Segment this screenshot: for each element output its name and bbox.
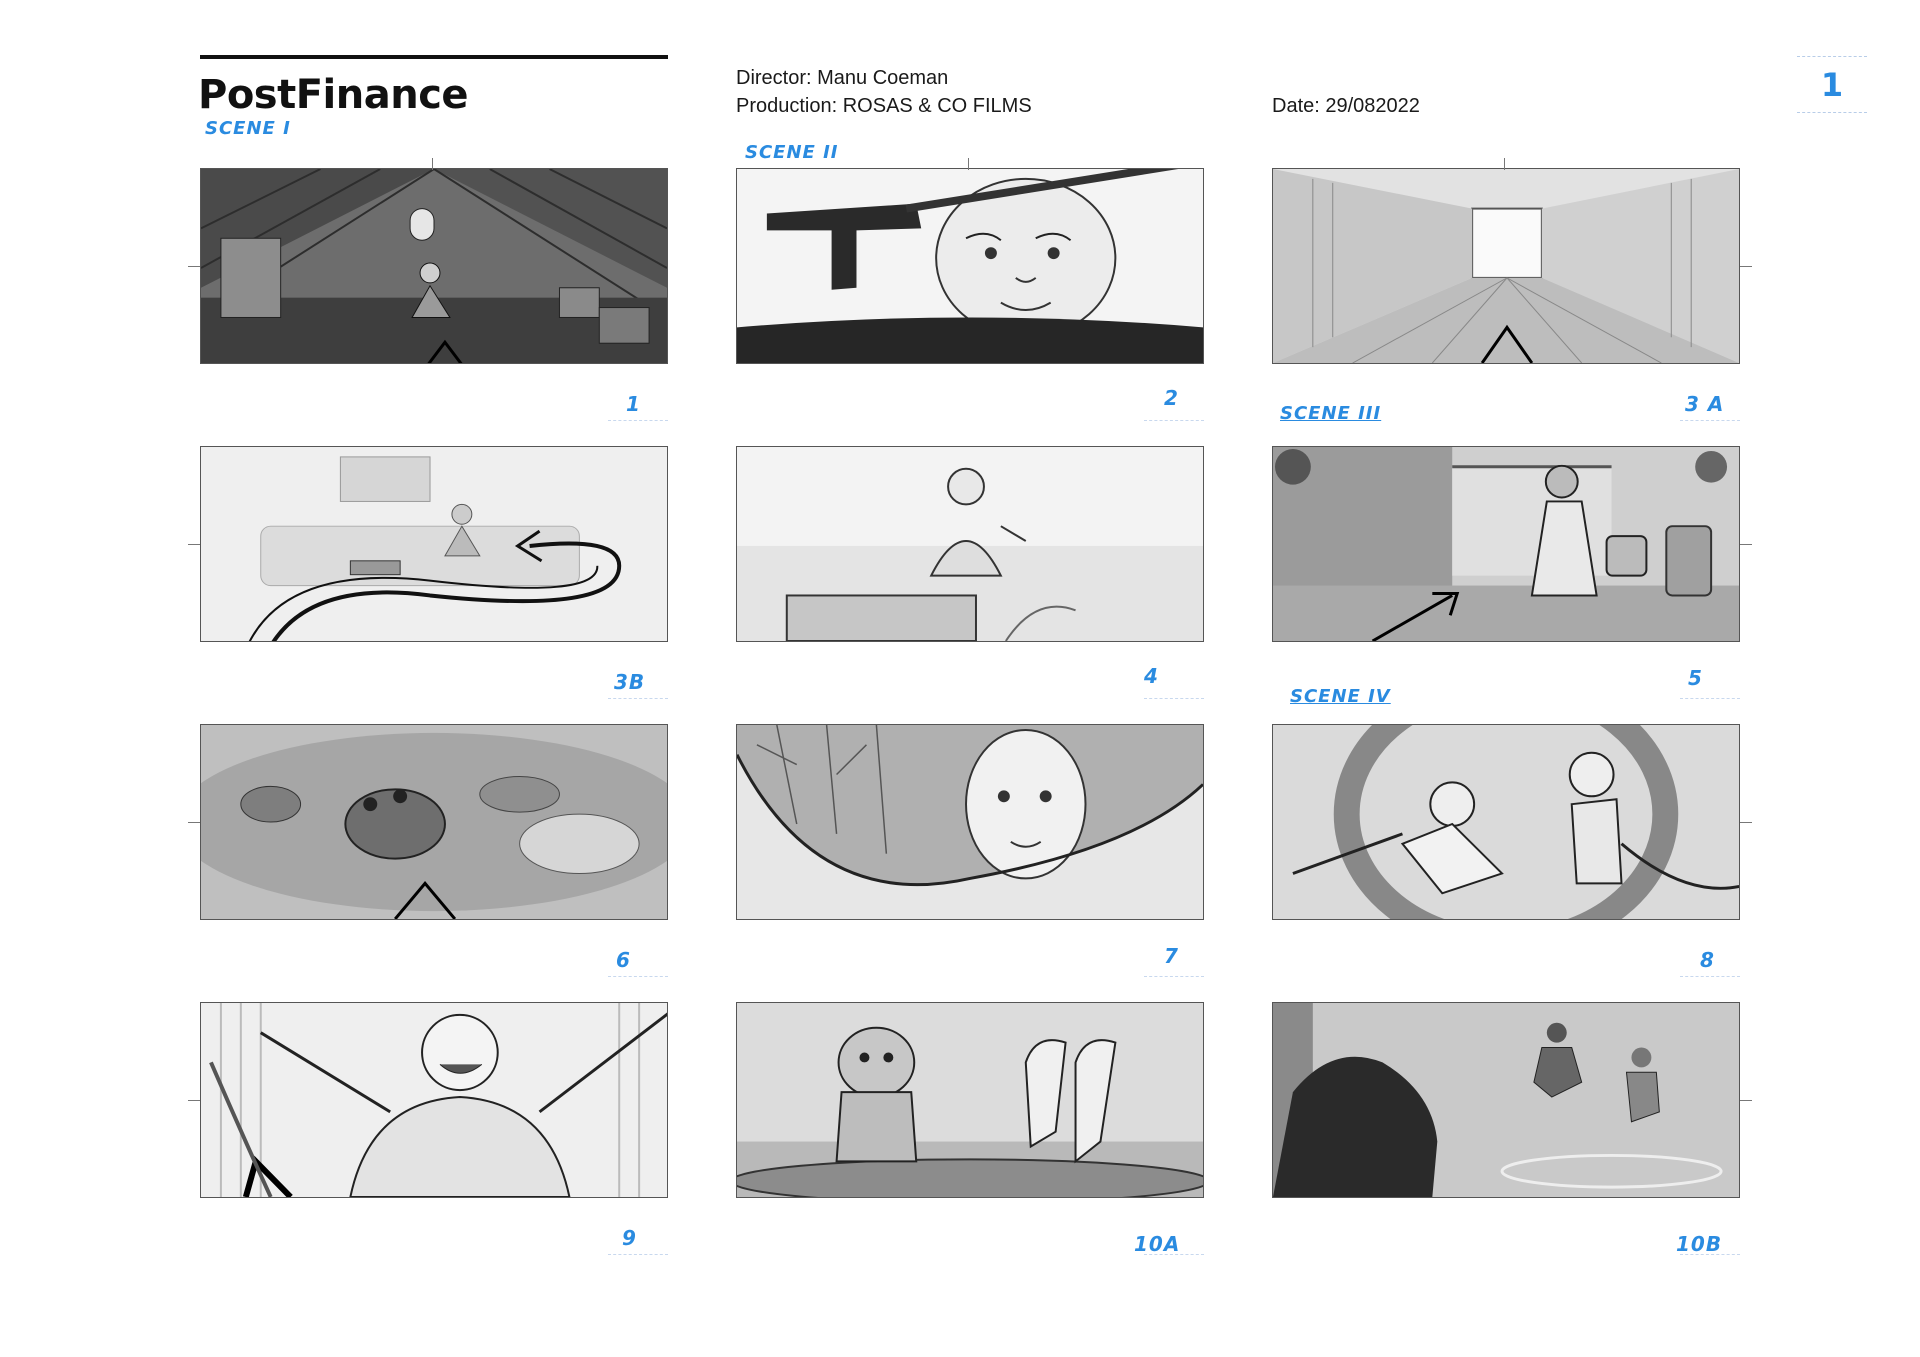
- crop-mark: [188, 1100, 200, 1101]
- panel-number-10b: 10B: [1676, 1232, 1723, 1256]
- date-label: Date: 29/082022: [1272, 95, 1420, 117]
- panel-number-2: 2: [1164, 386, 1179, 410]
- number-divider: [1680, 698, 1740, 699]
- crop-mark: [1504, 158, 1505, 170]
- storyboard-panel-9: [200, 1002, 668, 1198]
- panel-number-5: 5: [1688, 666, 1703, 690]
- attic-girl-arrow-sketch-icon: [201, 169, 667, 363]
- page-number-box: 1: [1797, 56, 1867, 113]
- crop-mark: [188, 822, 200, 823]
- crop-mark: [432, 158, 433, 170]
- panel-number-9: 9: [622, 1226, 637, 1250]
- panel-number-7: 7: [1164, 944, 1179, 968]
- crop-mark: [1740, 822, 1752, 823]
- number-divider: [608, 976, 668, 977]
- flying-kids-sketch-icon: [1273, 725, 1739, 919]
- crop-mark: [968, 158, 969, 170]
- girl-window-closeup-sketch-icon: [737, 725, 1203, 919]
- scene-label-2: SCENE II: [745, 142, 839, 163]
- crop-mark: [188, 544, 200, 545]
- storyboard-panel-5: [1272, 446, 1740, 642]
- panel-number-10a: 10A: [1134, 1232, 1181, 1256]
- number-divider: [608, 1254, 668, 1255]
- crop-mark: [1740, 1100, 1752, 1101]
- crop-mark: [188, 266, 200, 267]
- living-room-arrow-sketch-icon: [201, 447, 667, 641]
- storyboard-panel-8: [1272, 724, 1740, 920]
- number-divider: [1680, 976, 1740, 977]
- record-player-girl-closeup-sketch-icon: [737, 169, 1203, 363]
- panel-number-6: 6: [616, 948, 631, 972]
- page-number: 1: [1820, 66, 1844, 104]
- scene-label-1: SCENE I: [205, 118, 291, 139]
- production-label: Production: ROSAS & CO FILMS: [736, 95, 1032, 117]
- panel-number-8: 8: [1700, 948, 1715, 972]
- storyboard-panel-6: [200, 724, 668, 920]
- header-rule: [200, 55, 668, 59]
- scene-label-4: SCENE IV: [1290, 686, 1391, 707]
- panel-number-1: 1: [626, 392, 641, 416]
- storyboard-panel-10b: [1272, 1002, 1740, 1198]
- number-divider: [608, 420, 668, 421]
- number-divider: [608, 698, 668, 699]
- panel-number-3a: 3 A: [1685, 392, 1725, 416]
- crop-mark: [1740, 544, 1752, 545]
- director-label: Director: Manu Coeman: [736, 67, 949, 89]
- number-divider: [1680, 420, 1740, 421]
- dog-silhouette-jumping-kids-sketch-icon: [1273, 1003, 1739, 1197]
- scene-label-3: SCENE III: [1280, 403, 1382, 424]
- storyboard-panel-4: [736, 446, 1204, 642]
- number-divider: [1144, 698, 1204, 699]
- panel-number-3b: 3B: [614, 670, 646, 694]
- girl-arms-open-sketch-icon: [201, 1003, 667, 1197]
- dog-trampoline-feet-sketch-icon: [737, 1003, 1203, 1197]
- hallway-zoom-sketch-icon: [1273, 169, 1739, 363]
- storyboard-panel-3b: [200, 446, 668, 642]
- storyboard-panel-3a: [1272, 168, 1740, 364]
- crop-mark: [1740, 266, 1752, 267]
- storyboard-panel-7: [736, 724, 1204, 920]
- frog-pond-sketch-icon: [201, 725, 667, 919]
- brand-logo: PostFinance: [198, 72, 469, 118]
- storyboard-panel-2: [736, 168, 1204, 364]
- storyboard-panel-10a: [736, 1002, 1204, 1198]
- panel-number-4: 4: [1144, 664, 1159, 688]
- number-divider: [1144, 976, 1204, 977]
- girl-record-player-sketch-icon: [737, 447, 1203, 641]
- garden-watering-can-sketch-icon: [1273, 447, 1739, 641]
- number-divider: [1144, 420, 1204, 421]
- storyboard-panel-1: [200, 168, 668, 364]
